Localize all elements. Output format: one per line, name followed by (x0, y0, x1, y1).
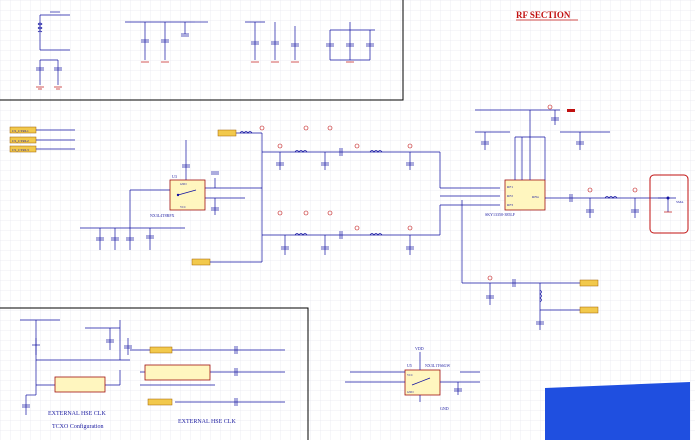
chip-u4-pin-rfin: RFin (532, 195, 539, 199)
port-label-2: CS_CTRL2 (12, 139, 29, 143)
port-label-3: CS_CTRL3 (12, 148, 29, 152)
chip-u5-pin-vcc: VCC (407, 373, 413, 377)
antenna-label: SMA (676, 200, 684, 204)
schematic-canvas: RF SECTION CS_CTRL1 CS_CTRL2 CS_CTRL3 NX… (0, 0, 695, 440)
chip-u3-pin-gnd: GND (180, 182, 187, 186)
chip-u3-pin-vcc: VCC (180, 205, 186, 209)
chip-u5-pin-gnd: GND (407, 390, 414, 394)
net-label-vdd: VDD (415, 346, 424, 351)
hse-title: EXTERNAL HSE CLK (48, 411, 106, 417)
port-label-1: CS_CTRL1 (12, 129, 29, 133)
grid-background (0, 0, 695, 440)
chip-u5-ref: U5 (407, 363, 412, 368)
schematic-sheet: RF SECTION CS_CTRL1 CS_CTRL2 CS_CTRL3 NX… (0, 0, 695, 440)
section-title: RF SECTION (516, 10, 571, 20)
hse-alt-title: EXTERNAL HSE CLK (178, 419, 236, 425)
chip-u3-ref: U3 (172, 174, 177, 179)
chip-u4-pin-rf3: RF3 (507, 203, 513, 207)
chip-u3 (169, 179, 206, 211)
chip-u3-part: NX3L4T8RFX (150, 213, 175, 218)
hse-subtitle: TCXO Configuration (52, 423, 104, 430)
chip-u4-pin-rf1: RF1 (507, 185, 513, 189)
chip-u5-part: NX3L1T66GW (425, 363, 451, 368)
chip-u4-pin-rf2: RF2 (507, 194, 513, 198)
net-label-gnd: GND (440, 406, 449, 411)
chip-u4-part: SKY13350-385LF (485, 212, 516, 217)
redaction-overlay (545, 382, 690, 440)
